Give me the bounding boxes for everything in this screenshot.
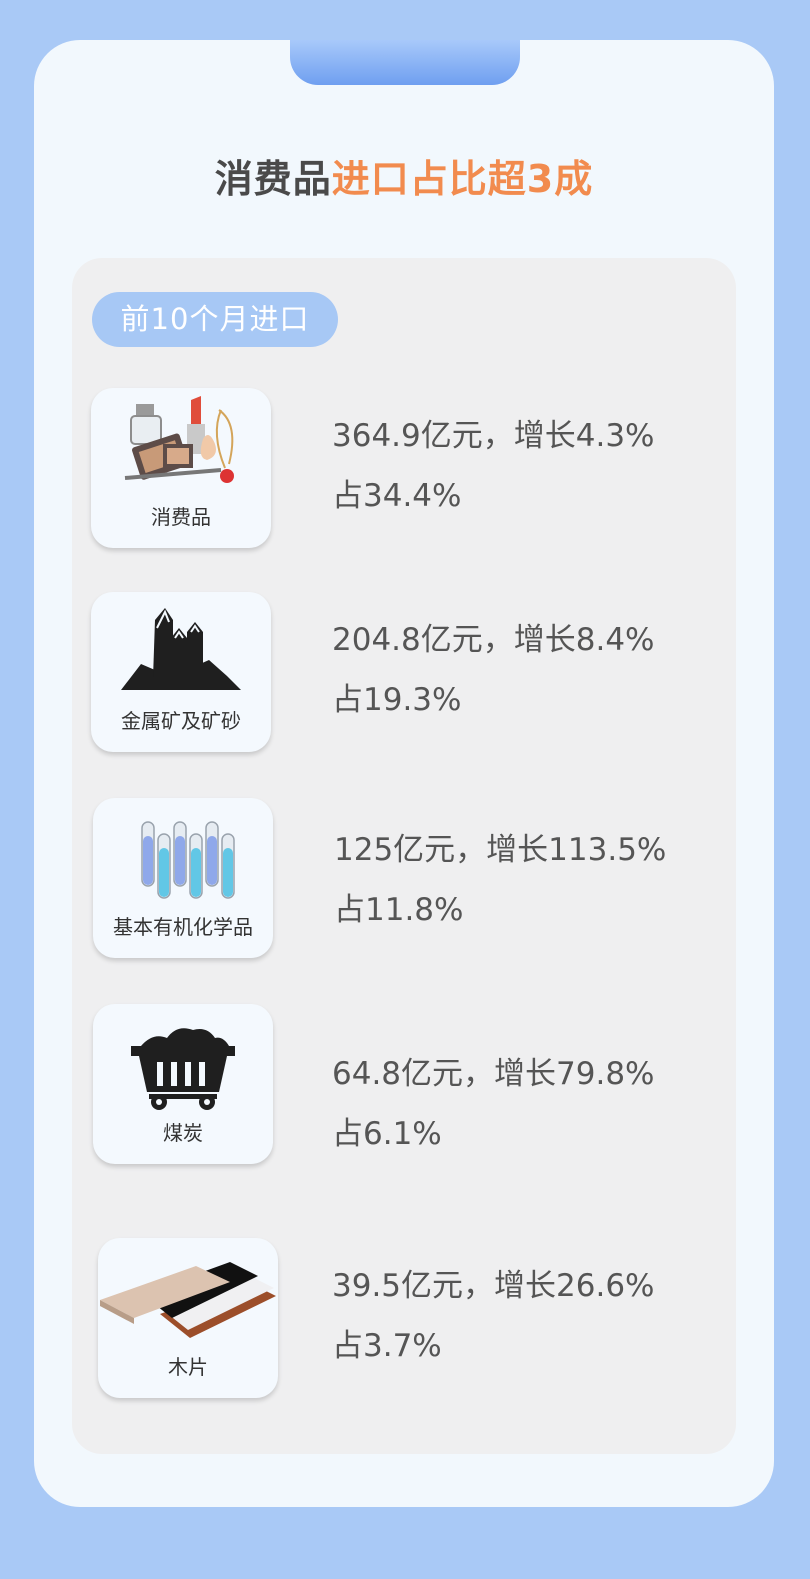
- category-label: 消费品: [151, 505, 211, 529]
- category-card-consumer-goods: 消费品: [91, 388, 271, 548]
- category-card-organic-chemicals: 基本有机化学品: [93, 798, 273, 958]
- stat-share: 占34.4%: [332, 478, 462, 514]
- category-label: 煤炭: [163, 1121, 203, 1145]
- stat-amount-growth: 204.8亿元，增长8.4%: [332, 622, 655, 658]
- category-label: 基本有机化学品: [113, 915, 253, 939]
- title-accent-part: 进口占比超3成: [331, 157, 594, 201]
- section-tag: 前10个月进口: [92, 292, 338, 347]
- cosmetics-icon: [91, 394, 271, 504]
- test-tubes-icon: [93, 804, 273, 914]
- category-label: 木片: [168, 1355, 208, 1379]
- stat-amount-growth: 125亿元，增长113.5%: [334, 832, 667, 868]
- phone-notch: [290, 40, 520, 85]
- stat-share: 占3.7%: [332, 1328, 442, 1364]
- category-card-coal: 煤炭: [93, 1004, 273, 1164]
- ore-icon: [91, 598, 271, 708]
- phone-frame: 消费品进口占比超3成 前10个月进口 消费品 364.9亿元，增长4.3% 占3…: [34, 40, 774, 1507]
- category-card-wood-chips: 木片: [98, 1238, 278, 1398]
- category-label: 金属矿及矿砂: [121, 709, 241, 733]
- stat-share: 占11.8%: [334, 892, 464, 928]
- stat-amount-growth: 39.5亿元，增长26.6%: [332, 1268, 655, 1304]
- stat-amount-growth: 64.8亿元，增长79.8%: [332, 1056, 655, 1092]
- wood-boards-icon: [98, 1244, 278, 1354]
- stat-amount-growth: 364.9亿元，增长4.3%: [332, 418, 655, 454]
- category-card-metal-ore: 金属矿及矿砂: [91, 592, 271, 752]
- title-dark-part: 消费品: [214, 157, 332, 201]
- stat-share: 占6.1%: [332, 1116, 442, 1152]
- coal-cart-icon: [93, 1010, 273, 1120]
- stat-share: 占19.3%: [332, 682, 462, 718]
- page-title: 消费品进口占比超3成: [34, 148, 774, 203]
